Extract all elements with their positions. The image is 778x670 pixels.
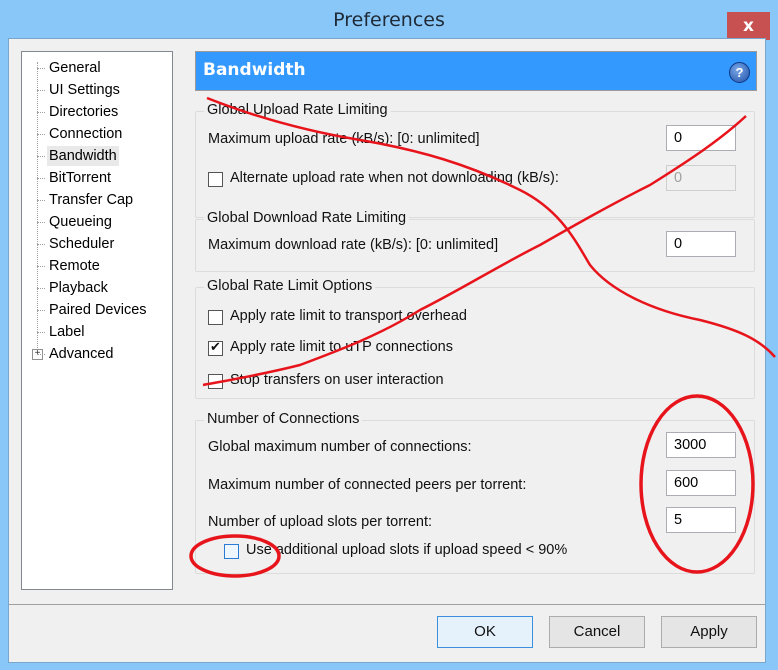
sidebar-item-bittorrent[interactable]: BitTorrent: [36, 168, 113, 188]
alt-upload-label: Alternate upload rate when not downloadi…: [230, 170, 559, 186]
global-max-input[interactable]: 3000: [666, 432, 736, 458]
sidebar-item-remote[interactable]: Remote: [37, 256, 102, 276]
sidebar-item-playback[interactable]: Playback: [37, 278, 110, 298]
section-header: Bandwidth ?: [195, 51, 757, 91]
download-group-title: Global Download Rate Limiting: [204, 210, 410, 226]
transport-overhead-label: Apply rate limit to transport overhead: [230, 308, 467, 324]
tree-connector: [37, 62, 38, 358]
extra-slots-checkbox[interactable]: [224, 544, 239, 559]
alt-upload-input[interactable]: 0: [666, 165, 736, 191]
sidebar-item-scheduler[interactable]: Scheduler: [36, 234, 116, 254]
apply-button[interactable]: Apply: [661, 616, 757, 648]
close-button[interactable]: x: [727, 12, 770, 40]
upload-group-title: Global Upload Rate Limiting: [204, 102, 391, 118]
sidebar-item-label[interactable]: Label: [36, 322, 86, 342]
sidebar-item-bandwidth[interactable]: Bandwidth: [37, 146, 119, 166]
download-rate-group: Global Download Rate Limiting Maximum do…: [195, 210, 755, 272]
ok-button[interactable]: OK: [437, 616, 533, 648]
cancel-button[interactable]: Cancel: [549, 616, 645, 648]
extra-slots-label: Use additional upload slots if upload sp…: [246, 542, 568, 558]
utp-connections-label: Apply rate limit to uTP connections: [230, 339, 453, 355]
peers-label: Maximum number of connected peers per to…: [208, 477, 527, 493]
window-title: Preferences: [333, 9, 445, 31]
sidebar-item-advanced[interactable]: Advanced: [37, 344, 116, 364]
slots-label: Number of upload slots per torrent:: [208, 514, 433, 530]
sidebar-item-ui-settings[interactable]: UI Settings: [37, 80, 122, 100]
options-group-title: Global Rate Limit Options: [204, 278, 376, 294]
connections-group: Number of Connections Global maximum num…: [195, 411, 755, 574]
max-upload-input[interactable]: 0: [666, 125, 736, 151]
peers-input[interactable]: 600: [666, 470, 736, 496]
dialog-client: General UI Settings Directories Connecti…: [8, 38, 766, 663]
title-bar: Preferences x: [0, 0, 778, 40]
footer-divider: [9, 604, 765, 605]
global-max-label: Global maximum number of connections:: [208, 439, 472, 455]
slots-input[interactable]: 5: [666, 507, 736, 533]
utp-connections-checkbox[interactable]: [208, 339, 223, 356]
max-download-label: Maximum download rate (kB/s): [0: unlimi…: [208, 237, 499, 253]
sidebar-item-transfer-cap[interactable]: Transfer Cap: [36, 190, 135, 210]
alt-upload-checkbox[interactable]: [208, 172, 223, 187]
sidebar-item-directories[interactable]: Directories: [36, 102, 120, 122]
connections-group-title: Number of Connections: [204, 411, 363, 427]
sidebar-item-paired-devices[interactable]: Paired Devices: [37, 300, 149, 320]
max-upload-label: Maximum upload rate (kB/s): [0: unlimite…: [208, 131, 480, 147]
upload-rate-group: Global Upload Rate Limiting Maximum uplo…: [195, 102, 755, 218]
stop-transfers-checkbox[interactable]: [208, 374, 223, 389]
sidebar-item-general[interactable]: General: [37, 58, 103, 78]
help-icon[interactable]: ?: [729, 62, 750, 83]
max-download-input[interactable]: 0: [666, 231, 736, 257]
sidebar-item-connection[interactable]: Connection: [36, 124, 124, 144]
transport-overhead-checkbox[interactable]: [208, 310, 223, 325]
rate-options-group: Global Rate Limit Options Apply rate lim…: [195, 278, 755, 399]
section-title: Bandwidth: [203, 60, 306, 80]
sidebar-tree: General UI Settings Directories Connecti…: [21, 51, 173, 590]
sidebar-item-queueing[interactable]: Queueing: [37, 212, 114, 232]
stop-transfers-label: Stop transfers on user interaction: [230, 372, 444, 388]
